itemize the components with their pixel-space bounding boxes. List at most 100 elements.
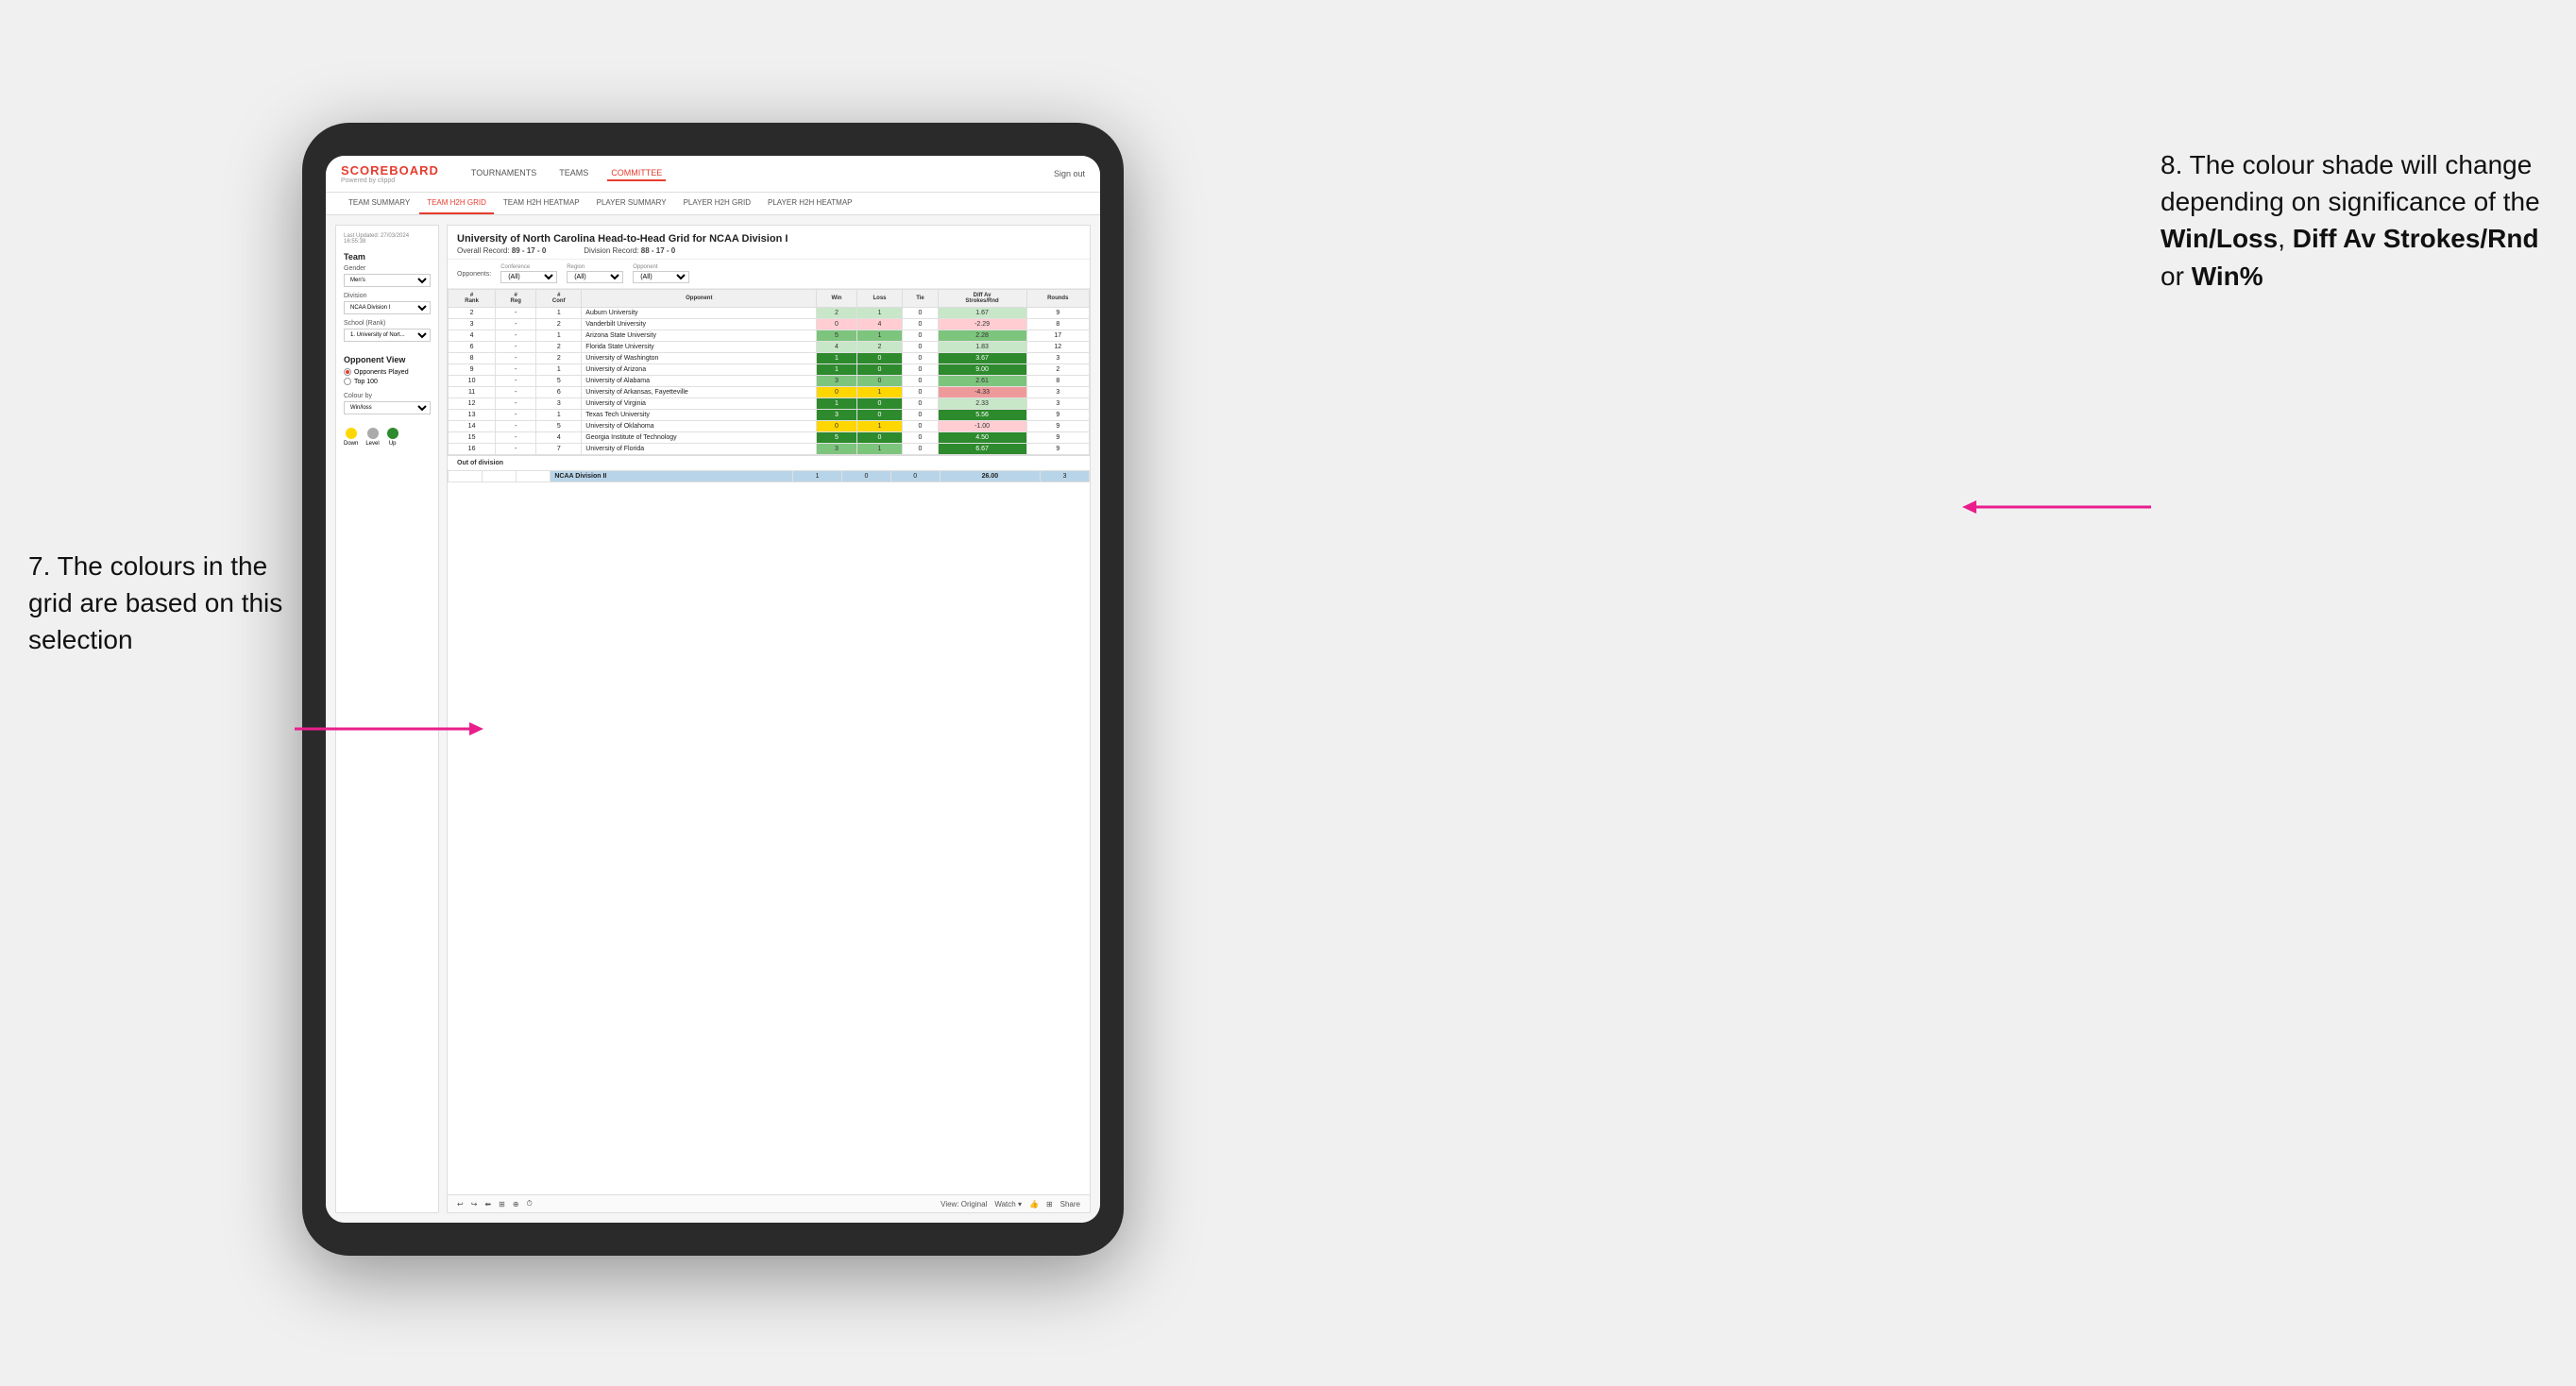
division-label: Division [344,293,431,299]
col-rank: #Rank [449,290,496,308]
out-of-division-label: Out of division [448,455,1090,470]
toolbar-bottom: ↩ ↪ ⬅ ⊞ ⊕ ⏱ View: Original Watch ▾ 👍 ⊞ S… [448,1194,1090,1212]
tablet-screen: SCOREBOARD Powered by clippd TOURNAMENTS… [326,156,1100,1223]
redo-btn[interactable]: ↪ [471,1200,478,1209]
table-row: 12 - 3 University of Virginia 1 0 0 2.33… [449,398,1090,410]
legend-up-dot [387,428,398,439]
logo-text: SCOREBOARD [341,163,439,177]
top-nav: SCOREBOARD Powered by clippd TOURNAMENTS… [326,156,1100,193]
annotation-bold1: Win/Loss [2161,224,2278,253]
last-updated: Last Updated: 27/03/2024 16:55:38 [344,233,431,245]
col-rounds: Rounds [1026,290,1089,308]
table-row: 4 - 1 Arizona State University 5 1 0 2.2… [449,330,1090,342]
share-btn[interactable]: Share [1060,1200,1080,1209]
annotation-bold2: Diff Av Strokes/Rnd [2293,224,2539,253]
conference-filter: Conference (All) [500,264,557,283]
legend-down-dot [346,428,357,439]
nav-item-tournaments[interactable]: TOURNAMENTS [467,166,540,181]
tab-player-h2h-grid[interactable]: PLAYER H2H GRID [676,193,758,214]
grid-header: University of North Carolina Head-to-Hea… [448,226,1090,260]
sub-nav: TEAM SUMMARY TEAM H2H GRID TEAM H2H HEAT… [326,193,1100,215]
legend-level: Level [365,428,379,447]
out-division-row: NCAA Division II 1 0 0 26.00 3 [449,471,1090,482]
division-select[interactable]: NCAA Division I [344,301,431,314]
grid-records: Overall Record: 89 - 17 - 0 Division Rec… [457,246,1080,255]
grid-view-btn[interactable]: ⊞ [1046,1200,1053,1209]
radio-group: Opponents Played Top 100 [344,368,431,385]
overall-record: Overall Record: 89 - 17 - 0 [457,246,546,255]
radio-circle-2 [344,378,351,385]
timer-btn[interactable]: ⏱ [527,1199,533,1209]
division-record: Division Record: 88 - 17 - 0 [584,246,675,255]
data-table: #Rank #Reg #Conf Opponent Win Loss Tie D… [448,289,1090,1194]
tab-team-summary[interactable]: TEAM SUMMARY [341,193,417,214]
col-conf: #Conf [536,290,582,308]
gender-select[interactable]: Men's [344,274,431,287]
school-select[interactable]: 1. University of Nort... [344,329,431,342]
arrow-left [295,719,483,743]
table-row: 8 - 2 University of Washington 1 0 0 3.6… [449,353,1090,364]
annotation-left: 7. The colours in the grid are based on … [28,548,293,659]
conference-select[interactable]: (All) [500,271,557,283]
annotation-bold3: Win% [2192,262,2263,291]
table-row: 15 - 4 Georgia Institute of Technology 5… [449,432,1090,444]
colour-by-label: Colour by [344,393,431,399]
watch-btn[interactable]: Watch ▾ [994,1200,1022,1209]
team-section-title: Team [344,252,431,262]
view-label[interactable]: View: Original [941,1200,987,1209]
radio-opponents-played[interactable]: Opponents Played [344,368,431,376]
opponent-view-section: Opponent View Opponents Played Top 100 [344,355,431,385]
school-label: School (Rank) [344,320,431,327]
colour-by-select[interactable]: Win/loss [344,401,431,414]
zoom-btn[interactable]: ⊕ [513,1200,519,1209]
opponent-label: Opponent [633,264,689,270]
radio-circle-1 [344,368,351,376]
opponent-select[interactable]: (All) [633,271,689,283]
like-btn[interactable]: 👍 [1029,1200,1039,1209]
radio-top100[interactable]: Top 100 [344,378,431,385]
region-label: Region [567,264,623,270]
annotation-right: 8. The colour shade will change dependin… [2161,146,2557,295]
gender-label: Gender [344,265,431,272]
region-select[interactable]: (All) [567,271,623,283]
nav-item-committee[interactable]: COMMITTEE [607,166,666,181]
table-row: 13 - 1 Texas Tech University 3 0 0 5.56 … [449,410,1090,421]
arrow-right [1962,498,2151,521]
out-division-table: NCAA Division II 1 0 0 26.00 3 [448,470,1090,482]
table-row: 9 - 1 University of Arizona 1 0 0 9.00 2 [449,364,1090,376]
legend: Down Level Up [344,428,431,447]
crop-btn[interactable]: ⊞ [499,1200,505,1209]
nav-items: TOURNAMENTS TEAMS COMMITTEE [467,166,1035,181]
opponents-label: Opponents: [457,271,491,278]
tablet-frame: SCOREBOARD Powered by clippd TOURNAMENTS… [302,123,1124,1256]
table-row: 6 - 2 Florida State University 4 2 0 1.8… [449,342,1090,353]
region-filter: Region (All) [567,264,623,283]
nav-item-teams[interactable]: TEAMS [555,166,592,181]
logo-area: SCOREBOARD Powered by clippd [341,163,439,184]
table-row: 2 - 1 Auburn University 2 1 0 1.67 9 [449,308,1090,319]
sign-out-link[interactable]: Sign out [1054,169,1085,178]
back-btn[interactable]: ⬅ [484,1200,491,1209]
table-row: 10 - 5 University of Alabama 3 0 0 2.61 … [449,376,1090,387]
opponent-filter: Opponent (All) [633,264,689,283]
table-row: 16 - 7 University of Florida 3 1 0 6.67 … [449,444,1090,455]
filters-row: Opponents: Conference (All) Region (All) [448,260,1090,289]
logo-sub: Powered by clippd [341,177,439,184]
legend-level-dot [367,428,379,439]
h2h-table: #Rank #Reg #Conf Opponent Win Loss Tie D… [448,289,1090,455]
conference-label: Conference [500,264,557,270]
col-diff: Diff AvStrokes/Rnd [938,290,1026,308]
col-opponent: Opponent [582,290,817,308]
col-tie: Tie [903,290,938,308]
tab-player-h2h-heatmap[interactable]: PLAYER H2H HEATMAP [760,193,860,214]
undo-btn[interactable]: ↩ [457,1200,464,1209]
legend-down: Down [344,428,358,447]
opponent-view-title: Opponent View [344,355,431,364]
table-row: 11 - 6 University of Arkansas, Fayettevi… [449,387,1090,398]
legend-up: Up [387,428,398,447]
tab-player-summary[interactable]: PLAYER SUMMARY [589,193,674,214]
tab-team-h2h-grid[interactable]: TEAM H2H GRID [419,193,494,214]
table-row: 3 - 2 Vanderbilt University 0 4 0 -2.29 … [449,319,1090,330]
tab-team-h2h-heatmap[interactable]: TEAM H2H HEATMAP [496,193,587,214]
right-content: University of North Carolina Head-to-Hea… [447,225,1091,1213]
